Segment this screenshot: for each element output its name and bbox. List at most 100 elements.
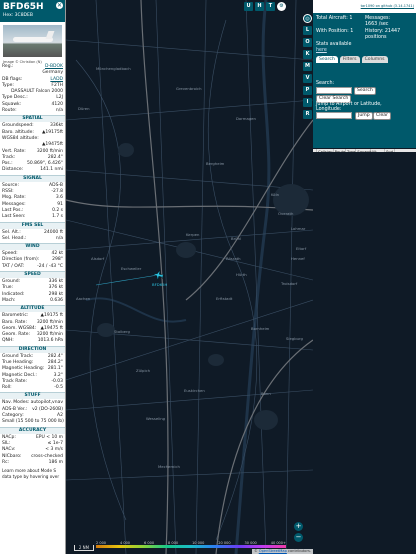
place-label: Erftstadt: [216, 296, 233, 301]
search-input[interactable]: [316, 87, 352, 94]
sidebar: tar1090 on github (3.14.1741) Total Airc…: [313, 0, 416, 554]
hex-id: Hex: 3C8DEB: [3, 13, 33, 18]
search-area: Search: Search Clear Search Jump to Airp…: [313, 65, 416, 123]
section-header[interactable]: FMS SEL: [0, 221, 65, 229]
history-label: History: 21447: [365, 29, 401, 34]
place-label: Wesseling: [146, 416, 166, 421]
settings-gear-icon[interactable]: ⚙: [277, 2, 286, 11]
map-side-buttons: ◎ L O K M V P I R: [303, 14, 312, 119]
place-label: Zülpich: [136, 368, 151, 373]
map-side-button-i[interactable]: I: [303, 98, 312, 107]
github-link-row: tar1090 on github (3.14.1741): [313, 0, 416, 13]
row-value: 1.7 s: [52, 214, 63, 220]
altitude-color-bar: [96, 545, 286, 548]
aircraft-label[interactable]: BFD65H: [152, 282, 168, 287]
stats-available: Stats available: [316, 42, 352, 47]
tab-columns[interactable]: Columns: [361, 56, 388, 63]
close-icon[interactable]: ✕: [56, 2, 63, 9]
map-side-button-m[interactable]: M: [303, 62, 312, 71]
messages-value: 1663 /sec: [365, 22, 389, 27]
map-side-button-v[interactable]: V: [303, 74, 312, 83]
field-value: n/a: [55, 108, 63, 114]
map-side-button-l[interactable]: L: [303, 26, 312, 35]
jump-input[interactable]: [316, 112, 352, 119]
river: [85, 297, 187, 323]
map-side-button-r[interactable]: R: [303, 110, 312, 119]
info-row: Sel. Head.: n/a: [0, 236, 65, 242]
place-label: Siegburg: [286, 336, 304, 341]
tab-filters[interactable]: Filters: [339, 56, 360, 63]
info-field: Route: n/a: [0, 108, 65, 114]
attribution-suffix: contributors.: [286, 549, 311, 553]
row-value: 1013.6 hPa: [37, 338, 63, 344]
row-label: Small (15 500 to 75 000 lb): [2, 419, 64, 425]
river: [234, 0, 271, 554]
stats-panel: Total Aircraft: 1 Messages: 1663 /sec Wi…: [313, 13, 416, 148]
place-label: Grevenbroich: [176, 86, 202, 91]
section-header[interactable]: WIND: [0, 243, 65, 251]
row-value: n/a: [55, 235, 63, 241]
field-label: Reg.:: [2, 64, 14, 69]
map-side-button-k[interactable]: K: [303, 50, 312, 59]
section-header[interactable]: SIGNAL: [0, 174, 65, 182]
info-row: Mach: 0.636: [0, 298, 65, 304]
row-label: QNH:: [2, 338, 14, 344]
map-view[interactable]: Düren Köln Bergheim Kerpen Erftstadt Euskirch…: [66, 0, 313, 554]
section-header[interactable]: SPEED: [0, 271, 65, 279]
field-label: Route:: [2, 108, 17, 114]
row-label: Sel. Head.:: [2, 235, 27, 241]
place-label: Kerpen: [186, 232, 200, 237]
place-label: Lohmar: [291, 226, 306, 231]
info-row: TAT / OAT: -24 / -43 °C: [0, 264, 65, 270]
row-value: ▲19175ft: [41, 129, 63, 135]
place-label: Alsdorf: [91, 256, 105, 261]
section-header[interactable]: ALTITUDE: [0, 305, 65, 313]
map-side-button-o[interactable]: O: [303, 38, 312, 47]
info-footer: Learn more about Mode S data type by hov…: [2, 468, 60, 479]
map-button-h[interactable]: H: [255, 2, 264, 11]
section-header[interactable]: SPATIAL: [0, 115, 65, 123]
map-scale: 2 NM: [74, 545, 94, 551]
towns: [97, 143, 309, 430]
layers-icon[interactable]: ◎: [303, 14, 312, 23]
map-button-u[interactable]: U: [244, 2, 253, 11]
place-label: Rösrath: [226, 256, 241, 261]
row-value: -24 / -43 °C: [37, 263, 63, 269]
messages-label: Messages:: [365, 16, 391, 21]
map-canvas[interactable]: Düren Köln Bergheim Kerpen Erftstadt Euskirch…: [66, 0, 313, 554]
place-label: Brühl: [231, 236, 241, 241]
github-link[interactable]: tar1090 on github (3.14.1741): [361, 4, 414, 8]
row-label: Distance:: [2, 167, 24, 173]
sidebar-tabs: Search Filters Columns: [316, 56, 388, 63]
plane-tail-shape: [45, 31, 55, 39]
stats-link[interactable]: here: [316, 48, 327, 53]
osm-link[interactable]: OpenStreetMap: [259, 549, 287, 553]
jump-button[interactable]: Jump: [355, 112, 373, 120]
map-side-button-p[interactable]: P: [303, 86, 312, 95]
aircraft-header: BFD65H Hex: 3C8DEB ✕: [0, 0, 65, 22]
section-header[interactable]: ACCURACY: [0, 426, 65, 434]
clear-button[interactable]: Clear: [373, 112, 392, 120]
search-button[interactable]: Search: [354, 87, 376, 95]
aircraft-track: [95, 274, 159, 286]
tab-search[interactable]: Search: [316, 56, 338, 63]
zoom-out-button[interactable]: −: [294, 533, 303, 542]
aircraft-photo[interactable]: [3, 25, 62, 57]
place-label: Stolberg: [114, 329, 131, 334]
total-aircraft: Total Aircraft: 1: [316, 16, 353, 21]
sidebar-empty-area: [313, 152, 416, 554]
row-label: Rc:: [2, 459, 10, 465]
place-label: Eitorf: [296, 246, 307, 251]
place-label: Bornheim: [251, 326, 270, 331]
with-position: With Position: 1: [316, 29, 354, 34]
place-label: Bergheim: [206, 161, 225, 166]
place-label: Euskirchen: [184, 388, 205, 393]
map-top-buttons: U H T ⚙: [244, 2, 286, 11]
section-header[interactable]: STUFF: [0, 392, 65, 400]
map-button-t[interactable]: T: [266, 2, 275, 11]
history-value: positions: [365, 35, 387, 40]
section-header[interactable]: DIRECTION: [0, 345, 65, 353]
zoom-in-button[interactable]: +: [294, 522, 303, 531]
row-value: 0.636: [50, 297, 63, 303]
place-label: Mönchengladbach: [96, 66, 131, 71]
